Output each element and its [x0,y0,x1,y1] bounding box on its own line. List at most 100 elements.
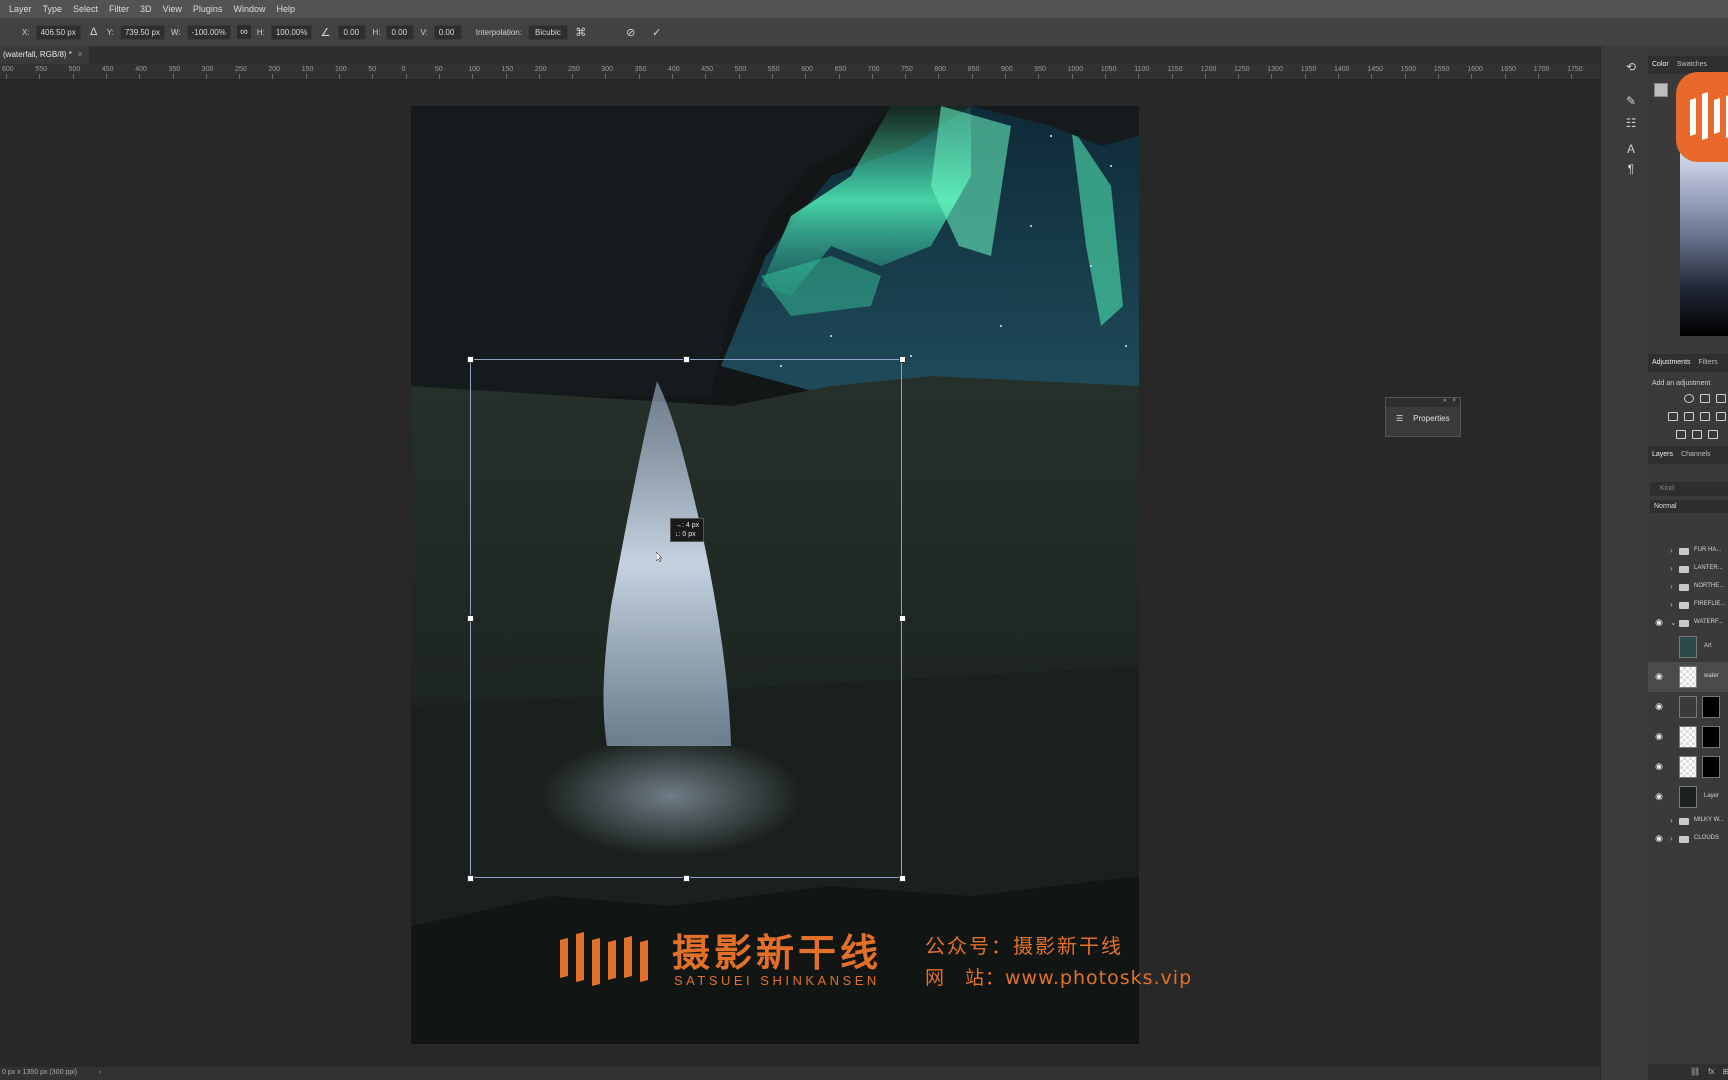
menu-layer[interactable]: Layer [9,4,32,14]
layer-row[interactable]: › FUR HA... [1648,542,1728,560]
y-field[interactable]: 739.50 px [119,24,165,40]
layer-row[interactable]: ◉ › CLOUDS [1648,830,1728,848]
foreground-color-swatch[interactable] [1654,83,1668,97]
tab-channels[interactable]: Channels [1681,451,1711,464]
character-icon[interactable]: A [1623,142,1639,158]
layer-row[interactable]: ◉ water [1648,662,1728,692]
adjust-sliders-icon[interactable]: ☷ [1623,116,1639,132]
h-field[interactable]: 100.00% [270,24,313,40]
layer-filter-kind[interactable]: Kind [1650,482,1728,496]
menu-filter[interactable]: Filter [109,4,129,14]
gradient-map-icon[interactable] [1692,430,1702,439]
visibility-eye-icon[interactable]: ◉ [1654,617,1664,628]
menu-type[interactable]: Type [43,4,63,14]
brightness-icon[interactable] [1684,394,1694,403]
layer-row[interactable]: › FIREFLIE... [1648,596,1728,614]
adjustments-hint: Add an adjustment [1652,380,1711,387]
tab-color[interactable]: Color [1652,61,1669,74]
visibility-eye-icon[interactable]: ◉ [1654,671,1664,682]
group-chevron-icon[interactable]: › [1670,816,1673,825]
group-chevron-icon[interactable]: › [1670,582,1673,591]
brush-icon[interactable]: ✎ [1623,94,1639,110]
transform-handle-right[interactable] [899,615,906,622]
folder-icon [1679,620,1689,627]
menu-view[interactable]: View [163,4,182,14]
layer-mask-thumbnail[interactable] [1702,696,1720,718]
properties-label[interactable]: Properties [1413,414,1449,423]
group-chevron-icon[interactable]: › [1670,600,1673,609]
tab-layers[interactable]: Layers [1652,451,1673,464]
exposure-icon[interactable] [1668,412,1678,421]
paragraph-icon[interactable]: ¶ [1623,162,1639,178]
layer-mask-thumbnail[interactable] [1702,726,1720,748]
curves-icon[interactable] [1716,394,1726,403]
x-field[interactable]: 406.50 px [35,24,81,40]
layer-row[interactable]: › MILKY W... [1648,812,1728,830]
transform-handle-bottom[interactable] [683,875,690,882]
layer-row[interactable]: ◉ ⌄ WATERF... [1648,614,1728,632]
layer-row[interactable]: ◉ Layer [1648,782,1728,812]
status-arrow-icon[interactable]: › [99,1069,101,1080]
visibility-eye-icon[interactable]: ◉ [1654,761,1664,772]
hue-saturation-icon[interactable] [1700,412,1710,421]
layer-row[interactable]: ◉ [1648,722,1728,752]
link-icon[interactable]: ∞ [236,25,251,39]
group-chevron-icon[interactable]: › [1670,546,1673,555]
hskew-field[interactable]: 0.00 [386,24,415,40]
angle-field[interactable]: 0.00 [338,24,367,40]
fx-icon[interactable]: fx [1708,1067,1714,1080]
visibility-eye-icon[interactable]: ◉ [1654,833,1664,844]
close-icon[interactable]: × [1452,398,1456,407]
transform-handle-top-right[interactable] [899,356,906,363]
properties-panel-collapsed[interactable]: » × ☰ Properties [1385,397,1461,437]
transform-bounding-box[interactable] [467,356,906,882]
visibility-eye-icon[interactable]: ◉ [1654,731,1664,742]
ruler-tick-label: 200 [268,66,281,73]
menu-window[interactable]: Window [233,4,265,14]
blend-mode-select[interactable]: Normal [1650,500,1728,513]
layer-mask-thumbnail[interactable] [1702,756,1720,778]
w-field[interactable]: -100.00% [186,24,231,40]
tab-filters[interactable]: Filters [1699,359,1718,372]
group-chevron-icon[interactable]: ⌄ [1670,618,1677,627]
transform-handle-left[interactable] [467,615,474,622]
group-chevron-icon[interactable]: › [1670,834,1673,843]
ruler-tick-label: 250 [235,66,247,73]
vskew-field[interactable]: 0.00 [433,24,462,40]
layer-row[interactable]: ◉ [1648,752,1728,782]
delta-icon[interactable]: Δ [87,25,101,39]
layer-row[interactable]: › LANTER... [1648,560,1728,578]
visibility-eye-icon[interactable]: ◉ [1654,791,1664,802]
invert-icon[interactable] [1676,430,1686,439]
layer-row[interactable]: ◉ [1648,692,1728,722]
color-balance-icon[interactable] [1716,412,1726,421]
vibrance-icon[interactable] [1684,412,1694,421]
link-layers-icon[interactable]: ⛓ [1690,1067,1700,1080]
menu-3d[interactable]: 3D [140,4,152,14]
layer-row[interactable]: › NORTHE... [1648,578,1728,596]
document-size-info[interactable]: 0 px x 1350 px (300 ppi) [2,1069,77,1080]
menu-plugins[interactable]: Plugins [193,4,223,14]
history-icon[interactable]: ⟲ [1623,60,1639,76]
tab-adjustments[interactable]: Adjustments [1652,359,1691,372]
document-tab[interactable]: (waterfall, RGB/8) * × [0,46,89,64]
visibility-eye-icon[interactable]: ◉ [1654,701,1664,712]
cancel-transform-icon[interactable]: ⊘ [624,25,638,39]
transform-handle-top[interactable] [683,356,690,363]
selective-color-icon[interactable] [1708,430,1718,439]
interpolation-select[interactable]: Bicubic [527,24,568,40]
close-tab-icon[interactable]: × [78,50,83,64]
menu-select[interactable]: Select [73,4,98,14]
menu-help[interactable]: Help [276,4,295,14]
commit-transform-icon[interactable]: ✓ [650,25,664,39]
layer-row[interactable]: Art [1648,632,1728,662]
collapse-icon[interactable]: » [1443,398,1446,407]
new-layer-icon[interactable]: ⊞ [1722,1067,1728,1080]
levels-icon[interactable] [1700,394,1710,403]
transform-handle-bottom-left[interactable] [467,875,474,882]
warp-icon[interactable]: ⌘ [574,25,588,39]
transform-handle-bottom-right[interactable] [899,875,906,882]
document-tab-bar: (waterfall, RGB/8) * × [0,46,1612,64]
group-chevron-icon[interactable]: › [1670,564,1673,573]
transform-handle-top-left[interactable] [467,356,474,363]
